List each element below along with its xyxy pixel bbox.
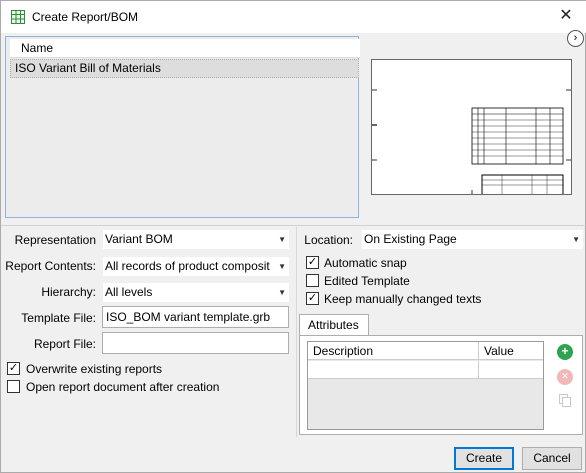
create-button[interactable]: Create xyxy=(454,447,514,470)
tab-attributes[interactable]: Attributes xyxy=(299,314,369,336)
report-list[interactable]: Name ISO Variant Bill of Materials xyxy=(5,36,360,218)
edited-template-checkbox[interactable] xyxy=(306,274,319,287)
report-contents-value: All records of product composit xyxy=(105,259,270,273)
list-header-name[interactable]: Name xyxy=(10,39,360,58)
table-row-value-cell[interactable] xyxy=(479,361,543,379)
template-preview xyxy=(371,59,572,196)
close-icon[interactable]: ✕ xyxy=(553,5,579,29)
report-contents-label: Report Contents: xyxy=(5,259,96,273)
chevron-down-icon: ▼ xyxy=(572,235,580,244)
copy-icon xyxy=(557,392,573,408)
attributes-grid[interactable]: Description Value xyxy=(307,341,544,430)
table-row[interactable] xyxy=(308,361,479,379)
column-separator xyxy=(296,227,297,437)
representation-value: Variant BOM xyxy=(105,232,173,246)
hierarchy-label: Hierarchy: xyxy=(41,285,96,299)
keep-texts-checkbox[interactable]: ✓ xyxy=(306,292,319,305)
spreadsheet-icon xyxy=(11,10,25,24)
chevron-down-icon: ▼ xyxy=(278,288,286,297)
auto-snap-checkbox[interactable]: ✓ xyxy=(306,256,319,269)
column-header-value[interactable]: Value xyxy=(479,342,543,360)
open-doc-checkbox[interactable] xyxy=(7,380,20,393)
chevron-right-icon[interactable]: › xyxy=(567,30,584,47)
cancel-button[interactable]: Cancel xyxy=(522,447,582,470)
section-divider xyxy=(1,225,586,226)
location-label: Location: xyxy=(304,233,353,247)
drawing-preview-graphic xyxy=(372,89,571,196)
overwrite-checkbox[interactable]: ✓ xyxy=(7,362,20,375)
auto-snap-label: Automatic snap xyxy=(324,256,407,270)
representation-label: Representation xyxy=(14,233,96,247)
add-icon[interactable]: + xyxy=(557,344,573,360)
open-doc-label: Open report document after creation xyxy=(26,380,220,394)
hierarchy-value: All levels xyxy=(105,285,153,299)
location-select[interactable]: On Existing Page ▼ xyxy=(362,230,583,249)
hierarchy-select[interactable]: All levels ▼ xyxy=(103,283,289,302)
edited-template-label: Edited Template xyxy=(324,274,410,288)
report-file-input[interactable] xyxy=(102,332,289,354)
overwrite-label: Overwrite existing reports xyxy=(26,362,163,376)
chevron-down-icon: ▼ xyxy=(278,262,286,271)
template-file-input[interactable]: ISO_BOM variant template.grb xyxy=(102,306,289,328)
report-file-label: Report File: xyxy=(33,337,96,351)
keep-texts-label: Keep manually changed texts xyxy=(324,292,482,306)
window-title: Create Report/BOM xyxy=(32,10,139,24)
report-contents-select[interactable]: All records of product composit ▼ xyxy=(103,257,289,276)
list-item[interactable]: ISO Variant Bill of Materials xyxy=(10,59,359,78)
column-header-description[interactable]: Description xyxy=(308,342,479,360)
representation-select[interactable]: Variant BOM ▼ xyxy=(103,230,289,249)
template-file-label: Template File: xyxy=(21,311,96,325)
title-bar: Create Report/BOM ✕ xyxy=(1,1,586,33)
remove-icon: ✕ xyxy=(557,369,573,385)
dialog-window: Create Report/BOM ✕ Name ISO Variant Bil… xyxy=(0,0,586,473)
location-value: On Existing Page xyxy=(364,232,457,246)
chevron-down-icon: ▼ xyxy=(278,235,286,244)
